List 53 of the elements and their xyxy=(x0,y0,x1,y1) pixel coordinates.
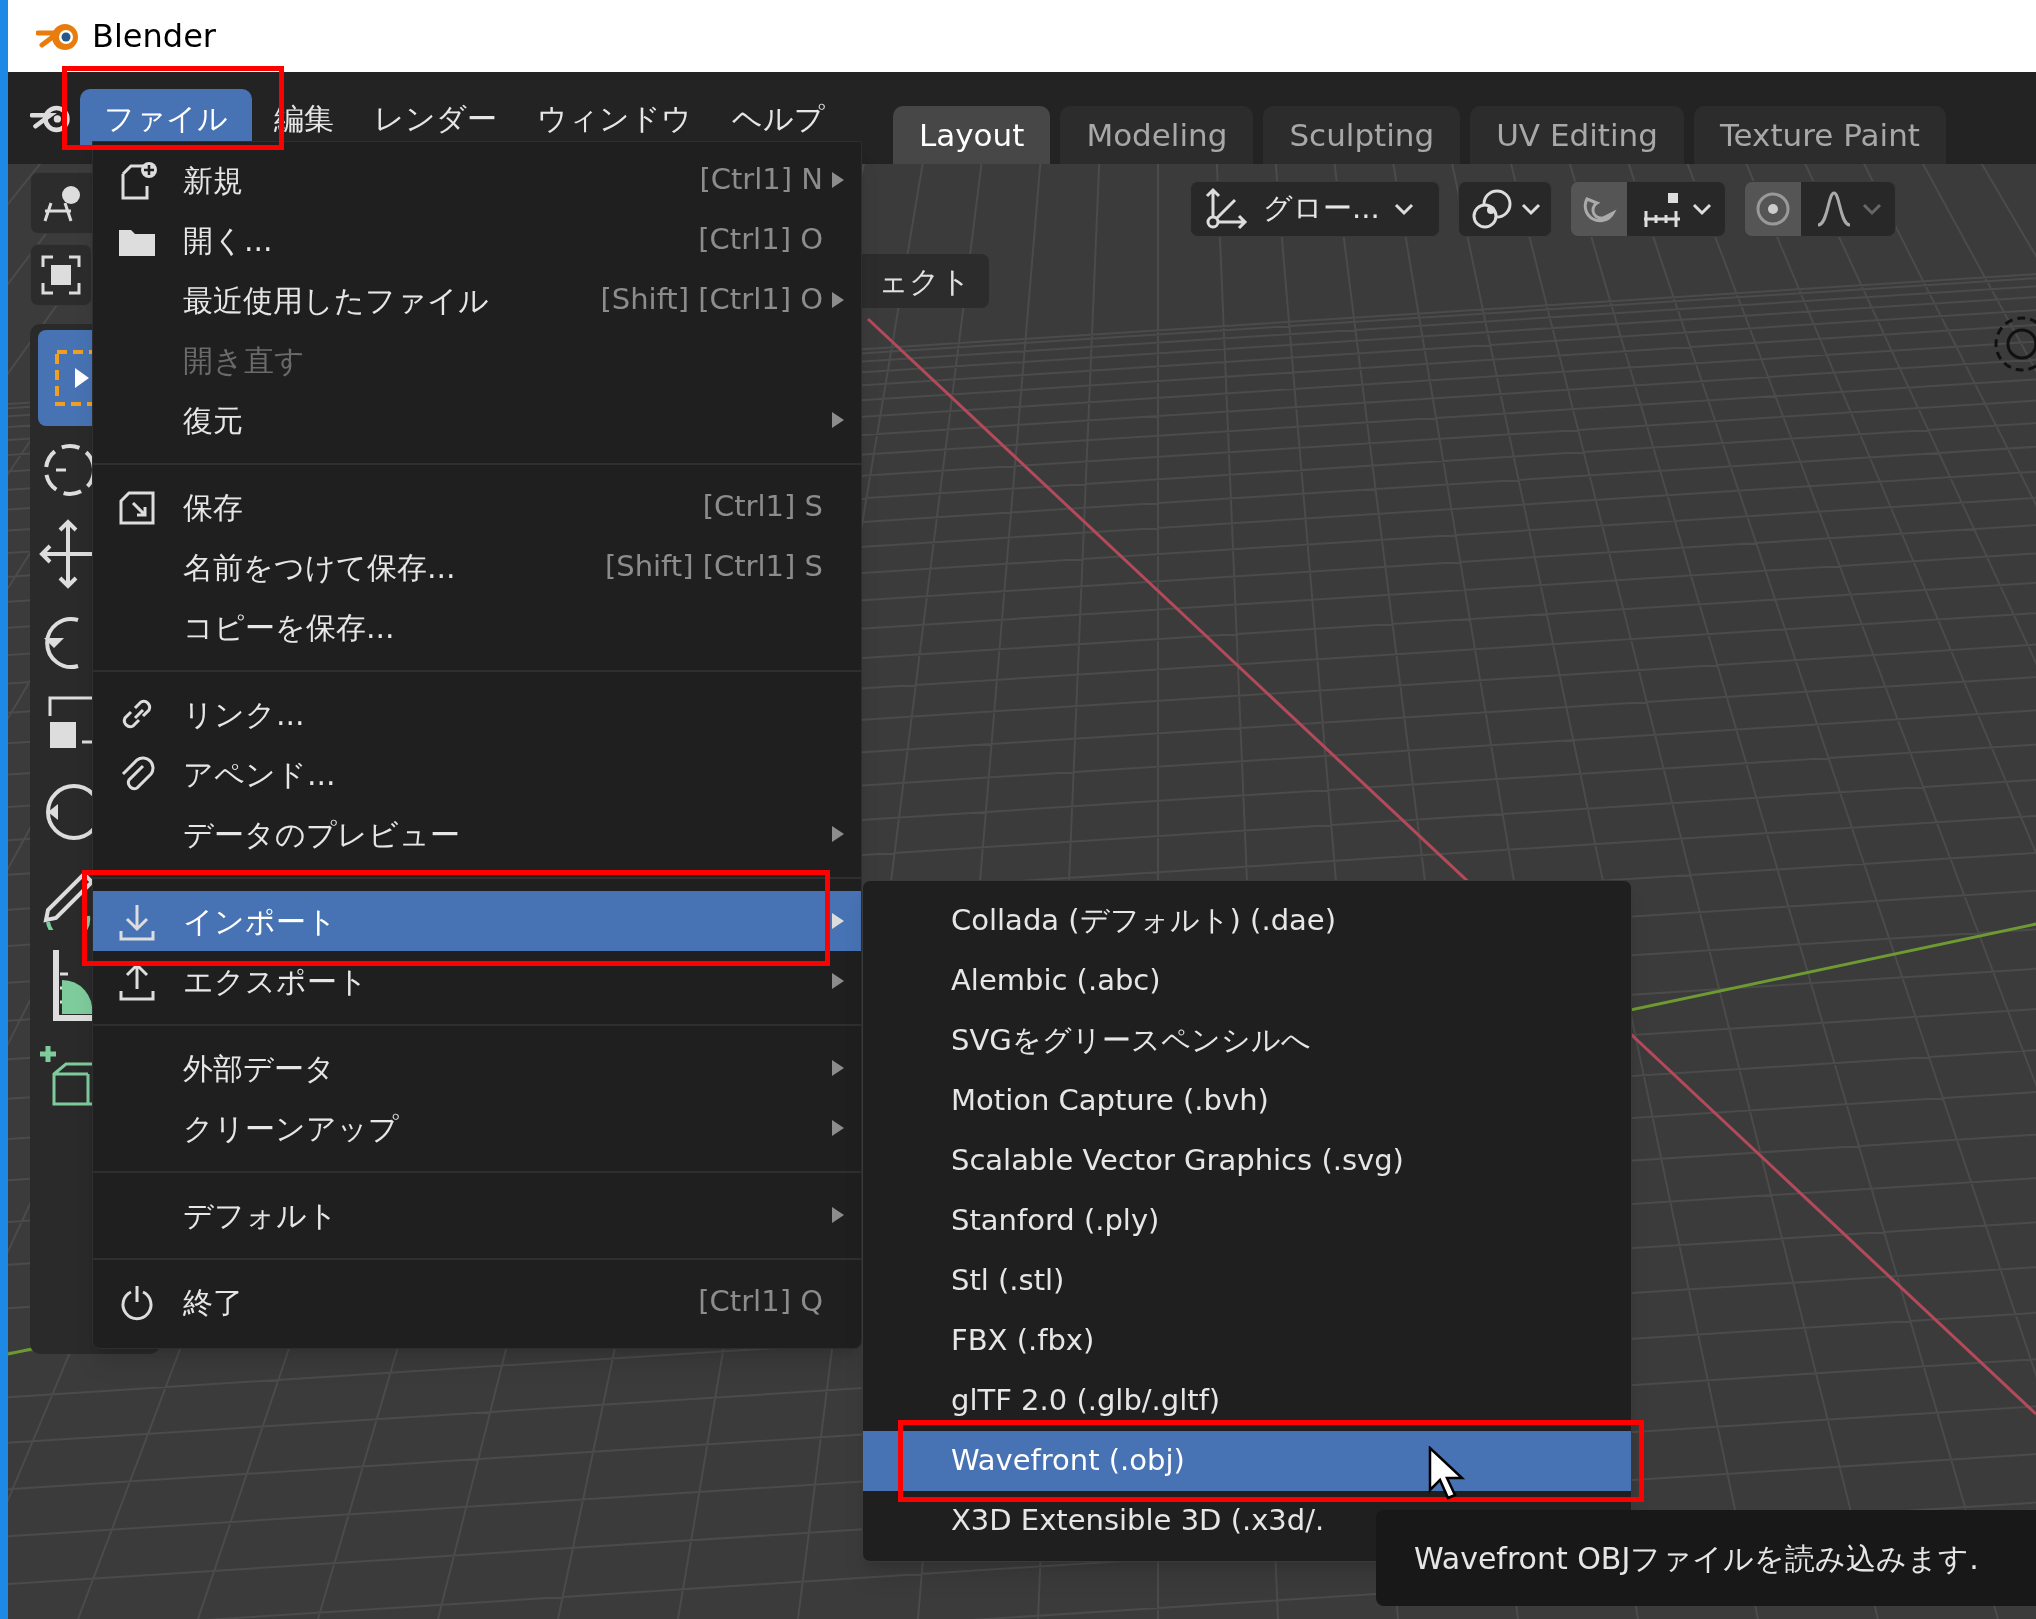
menu-item[interactable]: Wavefront (.obj) xyxy=(863,1431,1631,1491)
menu-item[interactable]: Collada (デフォルト) (.dae) xyxy=(863,891,1631,951)
tooltip: Wavefront OBJファイルを読み込みます. xyxy=(1376,1510,2036,1606)
menu-item[interactable]: 終了 [Ctrl1] Q xyxy=(93,1272,861,1332)
shortcut-label: [Ctrl1] Q xyxy=(698,1283,823,1321)
menu-item[interactable]: SVGをグリースペンシルへ xyxy=(863,1011,1631,1071)
axes-icon xyxy=(1203,186,1249,232)
menu-item[interactable]: アペンド... xyxy=(93,744,861,804)
menu-item[interactable]: Motion Capture (.bvh) xyxy=(863,1071,1631,1131)
menu-item[interactable]: Scalable Vector Graphics (.svg) xyxy=(863,1131,1631,1191)
frame-icon xyxy=(41,255,81,295)
menu-item[interactable]: 外部データ xyxy=(93,1038,861,1098)
menu-item[interactable]: クリーンアップ xyxy=(93,1098,861,1158)
3d-cursor-icon xyxy=(1994,316,2036,372)
chevron-down-icon xyxy=(1393,202,1414,216)
menu-item[interactable]: インポート xyxy=(93,891,861,951)
chevron-down-icon xyxy=(1521,202,1541,216)
menu-item[interactable]: 名前をつけて保存... [Shift] [Ctrl1] S xyxy=(93,537,861,597)
chevron-down-icon xyxy=(1692,202,1712,216)
shortcut-label: [Ctrl1] N xyxy=(699,161,823,199)
shortcut-label: [Shift] [Ctrl1] O xyxy=(600,281,823,319)
workspace-tab[interactable]: Texture Paint xyxy=(1693,106,1946,164)
snap-dropdown[interactable] xyxy=(1627,182,1725,236)
falloff-dropdown[interactable] xyxy=(1801,182,1895,236)
workspace-tab[interactable]: UV Editing xyxy=(1470,106,1684,164)
menu-item[interactable]: エクスポート xyxy=(93,951,861,1011)
menu-item[interactable]: Stanford (.ply) xyxy=(863,1191,1631,1251)
menu-bar-item[interactable]: ファイル xyxy=(80,89,252,147)
proportional-edit-toggle[interactable] xyxy=(1745,182,1801,236)
menu-item[interactable]: リンク... xyxy=(93,684,861,744)
workspace-tab[interactable]: Sculpting xyxy=(1263,106,1461,164)
pivot-dropdown[interactable] xyxy=(1458,181,1552,237)
workspace-tab[interactable]: Layout xyxy=(893,106,1051,164)
orientation-value: グロー... xyxy=(1263,190,1380,228)
menu-item[interactable]: コピーを保存... xyxy=(93,597,861,657)
menu-item[interactable]: 保存 [Ctrl1] S xyxy=(93,477,861,537)
workspace-tab[interactable]: Modeling xyxy=(1060,106,1254,164)
shortcut-label: [Ctrl1] S xyxy=(702,488,823,526)
menu-item[interactable]: 復元 xyxy=(93,390,861,450)
snap-toggle[interactable] xyxy=(1571,182,1627,236)
view-button[interactable] xyxy=(30,244,92,306)
menu-item[interactable]: デフォルト xyxy=(93,1185,861,1245)
menu-item[interactable]: Alembic (.abc) xyxy=(863,951,1631,1011)
menu-item[interactable]: Stl (.stl) xyxy=(863,1251,1631,1311)
menu-item[interactable]: データのプレビュー xyxy=(93,804,861,864)
chevron-down-icon xyxy=(1862,202,1882,216)
menu-item[interactable]: 新規 [Ctrl1] N xyxy=(93,150,861,210)
shortcut-label: [Ctrl1] O xyxy=(698,221,823,259)
shortcut-label: [Shift] [Ctrl1] S xyxy=(604,548,823,586)
orientation-dropdown[interactable]: グロー... xyxy=(1190,181,1440,237)
menu-item[interactable]: glTF 2.0 (.glb/.gltf) xyxy=(863,1371,1631,1431)
menu-item[interactable]: FBX (.fbx) xyxy=(863,1311,1631,1371)
window-title: Blender xyxy=(92,16,216,57)
